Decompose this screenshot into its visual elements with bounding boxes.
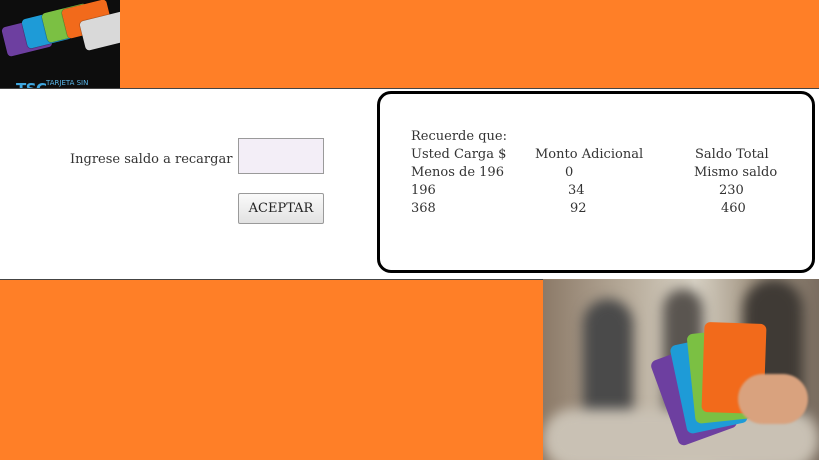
table-cell: 92 — [570, 201, 587, 216]
hand-icon — [738, 374, 808, 424]
table-cell: Menos de 196 — [411, 165, 504, 180]
table-cell: 230 — [719, 183, 744, 198]
recharge-amount-input[interactable] — [238, 138, 324, 174]
table-cell: 34 — [568, 183, 585, 198]
header-band — [0, 0, 819, 88]
header-saldo: Saldo Total — [695, 147, 769, 162]
header-carga: Usted Carga $ — [411, 147, 507, 162]
info-panel — [377, 91, 815, 273]
promo-photo — [543, 279, 819, 460]
table-cell: 460 — [721, 201, 746, 216]
table-cell: 0 — [565, 165, 574, 180]
table-cell: 368 — [411, 201, 436, 216]
info-intro: Recuerde que: — [411, 129, 507, 144]
header-monto: Monto Adicional — [535, 147, 644, 162]
accept-button[interactable]: ACEPTAR — [238, 193, 324, 224]
recharge-label: Ingrese saldo a recargar — [70, 152, 233, 167]
table-cell: 196 — [411, 183, 436, 198]
table-cell: Mismo saldo — [694, 165, 778, 180]
